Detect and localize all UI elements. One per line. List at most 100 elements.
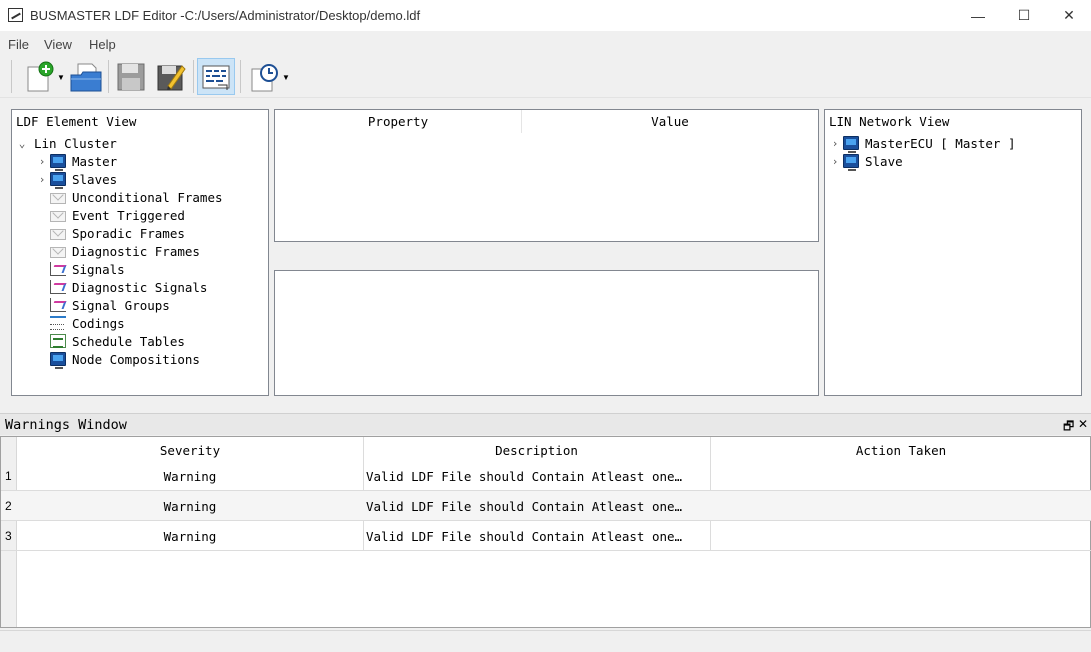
tree-item-codings[interactable]: Codings	[34, 314, 125, 332]
ldf-view-icon	[202, 65, 230, 90]
toolbar-grip	[11, 60, 12, 93]
open-folder-icon	[70, 63, 102, 91]
save-as-icon	[157, 64, 186, 90]
minimize-button[interactable]: —	[955, 0, 1001, 31]
toolbar: ▼ ▼	[0, 56, 1091, 98]
tree-item-sporadic-frames[interactable]: Sporadic Frames	[34, 224, 185, 242]
tree-item-signal-groups[interactable]: Signal Groups	[34, 296, 170, 314]
action-taken-cell	[713, 491, 1089, 521]
column-severity[interactable]: Severity	[17, 437, 363, 463]
description-cell: Valid LDF File should Contain Atleast on…	[366, 468, 683, 484]
monitor-icon	[50, 172, 66, 189]
column-property[interactable]: Property	[275, 110, 521, 133]
new-file-icon	[27, 61, 54, 91]
table-row[interactable]: 1 Warning Valid LDF File should Contain At…	[1, 461, 1091, 491]
schedule-dropdown-icon[interactable]: ▼	[282, 73, 290, 82]
window-title: BUSMASTER LDF Editor -C:/Users/Administr…	[30, 8, 421, 23]
tree-item-label: Signal Groups	[72, 297, 170, 313]
monitor-icon	[50, 154, 66, 171]
element-view-header: LDF Element View	[16, 114, 137, 129]
toolbar-separator	[108, 60, 109, 93]
signal-icon	[50, 298, 66, 312]
tree-item-label: Slaves	[72, 171, 118, 187]
new-file-button[interactable]	[21, 58, 59, 95]
menu-file[interactable]: File	[8, 37, 29, 52]
lin-network-view: LIN Network View › MasterECU [ Master ] …	[824, 109, 1082, 396]
action-taken-cell	[713, 521, 1089, 551]
tree-item-label: Unconditional Frames	[72, 189, 223, 205]
monitor-icon	[843, 136, 859, 153]
envelope-icon	[50, 192, 66, 204]
new-file-dropdown-icon[interactable]: ▼	[57, 73, 65, 82]
save-icon	[117, 63, 145, 90]
network-view-header: LIN Network View	[829, 114, 950, 129]
toolbar-separator	[193, 60, 194, 93]
monitor-icon	[50, 352, 66, 369]
save-button[interactable]	[112, 58, 150, 95]
warnings-title: Warnings Window	[5, 417, 127, 433]
ldf-view-button[interactable]	[197, 58, 235, 95]
tree-item-unconditional-frames[interactable]: Unconditional Frames	[34, 188, 223, 206]
property-grid: Property Value	[274, 109, 819, 242]
details-panel	[274, 270, 819, 396]
tree-item-diagnostic-signals[interactable]: Diagnostic Signals	[34, 278, 207, 296]
envelope-icon	[50, 228, 66, 240]
network-item-master-ecu[interactable]: › MasterECU [ Master ]	[827, 134, 1016, 153]
table-icon	[50, 334, 66, 348]
row-number: 3	[5, 529, 12, 543]
envelope-icon	[50, 210, 66, 222]
tree-item-master[interactable]: › Master	[34, 152, 118, 171]
float-window-icon[interactable]: 🗗	[1063, 417, 1074, 438]
close-button[interactable]: ✕	[1046, 0, 1091, 31]
monitor-icon	[843, 154, 859, 171]
action-taken-cell	[713, 461, 1089, 491]
maximize-button[interactable]: ☐	[1001, 0, 1047, 31]
row-number: 2	[5, 499, 12, 513]
envelope-icon	[50, 246, 66, 258]
tree-item-label: Schedule Tables	[72, 333, 185, 349]
network-item-slave[interactable]: › Slave	[827, 152, 903, 171]
description-cell: Valid LDF File should Contain Atleast on…	[366, 528, 683, 544]
tree-item-label: Diagnostic Frames	[72, 243, 200, 259]
tree-item-diagnostic-frames[interactable]: Diagnostic Frames	[34, 242, 200, 260]
signal-icon	[50, 262, 66, 276]
tree-item-label: Codings	[72, 315, 125, 331]
severity-cell: Warning	[163, 468, 217, 484]
expand-icon[interactable]: ›	[827, 155, 843, 168]
tree-item-node-compositions[interactable]: Node Compositions	[34, 350, 200, 369]
tree-item-label: Sporadic Frames	[72, 225, 185, 241]
column-action-taken[interactable]: Action Taken	[710, 437, 1091, 463]
status-bar	[0, 630, 1091, 652]
expand-icon[interactable]: ›	[827, 137, 843, 150]
tree-item-signals[interactable]: Signals	[34, 260, 125, 278]
tree-item-label: Signals	[72, 261, 125, 277]
warnings-title-bar: Warnings Window 🗗 ✕	[0, 413, 1091, 435]
table-row[interactable]: 3 Warning Valid LDF File should Contain At…	[1, 521, 1091, 551]
tree-item-label: Master	[72, 153, 118, 169]
row-number: 1	[5, 469, 12, 483]
save-as-button[interactable]	[152, 58, 190, 95]
column-value[interactable]: Value	[522, 110, 818, 133]
expand-icon[interactable]: ›	[34, 155, 50, 168]
collapse-icon[interactable]: ⌄	[14, 137, 30, 150]
description-cell: Valid LDF File should Contain Atleast on…	[366, 498, 683, 514]
expand-icon[interactable]: ›	[34, 173, 50, 186]
coding-icon	[50, 316, 66, 330]
tree-item-schedule-tables[interactable]: Schedule Tables	[34, 332, 185, 350]
close-warnings-icon[interactable]: ✕	[1078, 417, 1088, 431]
tree-item-label: Node Compositions	[72, 351, 200, 367]
schedule-button[interactable]	[245, 58, 283, 95]
tree-root-lin-cluster[interactable]: ⌄ Lin Cluster	[14, 134, 117, 152]
severity-cell: Warning	[163, 528, 217, 544]
table-row[interactable]: 2 Warning Valid LDF File should Contain At…	[1, 491, 1091, 521]
tree-item-label: Event Triggered	[72, 207, 185, 223]
warnings-table: Severity Description Action Taken 1 Warni…	[0, 436, 1091, 628]
tree-item-slaves[interactable]: › Slaves	[34, 170, 118, 189]
clock-icon	[251, 63, 278, 91]
open-file-button[interactable]	[67, 58, 105, 95]
menu-help[interactable]: Help	[89, 37, 116, 52]
tree-item-event-triggered[interactable]: Event Triggered	[34, 206, 185, 224]
title-bar: BUSMASTER LDF Editor -C:/Users/Administr…	[0, 0, 1091, 31]
column-description[interactable]: Description	[363, 437, 710, 463]
menu-view[interactable]: View	[44, 37, 72, 52]
